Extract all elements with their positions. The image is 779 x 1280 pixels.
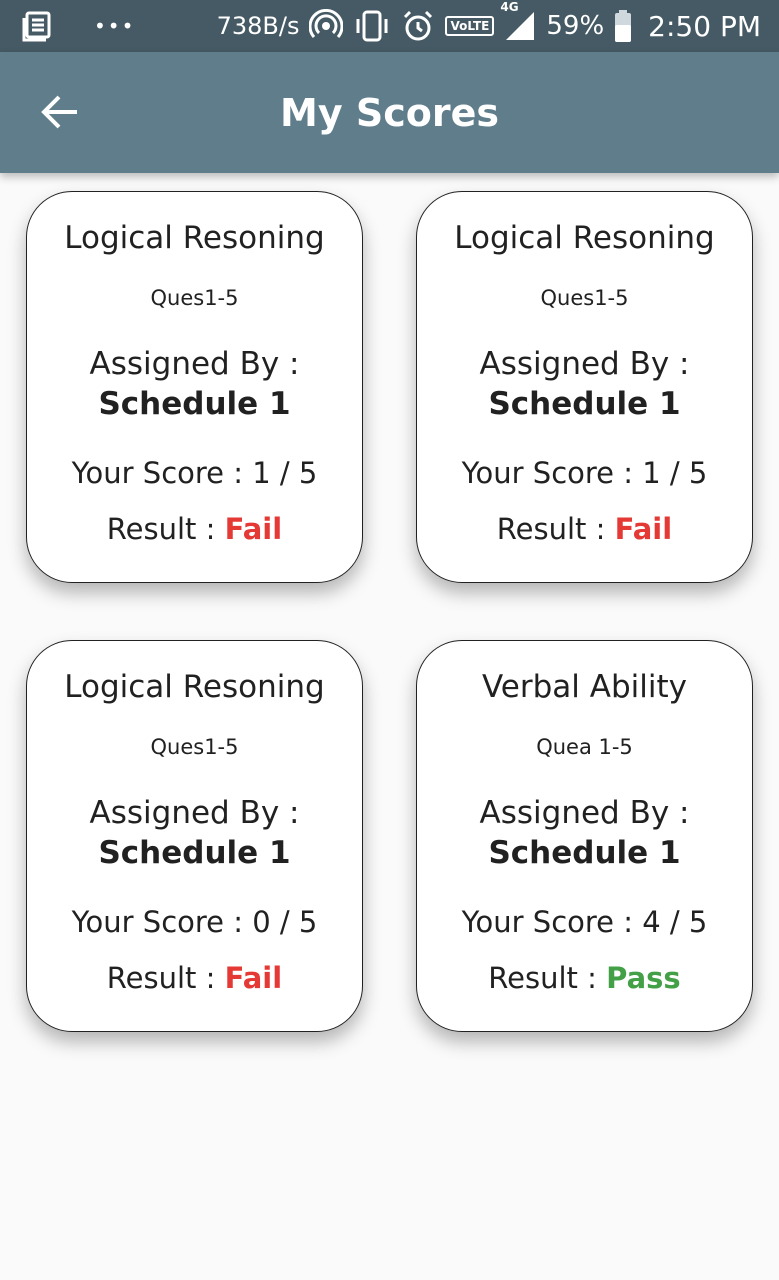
result-label: Result : (106, 512, 216, 546)
clock: 2:50 PM (648, 9, 761, 43)
assigned-by-label: Assigned By : (89, 346, 300, 382)
battery-percent: 59% (546, 11, 605, 41)
score-card[interactable]: Logical Resoning Ques1-5 Assigned By : S… (26, 640, 363, 1032)
card-title: Logical Resoning (64, 669, 325, 705)
assigned-by-label: Assigned By : (479, 795, 690, 831)
result-row: Result : Fail (107, 512, 282, 546)
battery-icon (614, 9, 632, 43)
result-label: Result : (106, 961, 216, 995)
app-bar: My Scores (0, 52, 779, 173)
result-label: Result : (488, 961, 597, 995)
result-value: Fail (224, 961, 283, 995)
signal-icon: 4G (500, 0, 536, 42)
result-value: Fail (614, 512, 673, 546)
net-speed: 738B/s (216, 12, 300, 40)
status-bar: ••• 738B/s VoLTE 4G 59% 2:50 PM (0, 0, 779, 52)
card-questions: Quea 1-5 (536, 735, 633, 759)
result-value: Fail (224, 512, 283, 546)
result-row: Result : Fail (497, 512, 672, 546)
assigned-by-value: Schedule 1 (488, 835, 681, 871)
result-row: Result : Pass (488, 961, 680, 995)
card-title: Logical Resoning (64, 220, 325, 256)
card-title: Logical Resoning (454, 220, 715, 256)
news-icon (22, 10, 54, 42)
assigned-by-label: Assigned By : (89, 795, 300, 831)
assigned-by-value: Schedule 1 (488, 386, 681, 422)
card-questions: Ques1-5 (540, 286, 629, 310)
score-text: Your Score : 1 / 5 (71, 456, 318, 490)
result-value: Pass (606, 961, 681, 995)
volte-icon: VoLTE (445, 16, 495, 36)
result-row: Result : Fail (107, 961, 282, 995)
vibrate-icon (353, 9, 391, 43)
card-questions: Ques1-5 (150, 735, 239, 759)
card-title: Verbal Ability (482, 669, 687, 705)
result-label: Result : (496, 512, 606, 546)
assigned-by-value: Schedule 1 (98, 835, 291, 871)
card-questions: Ques1-5 (150, 286, 239, 310)
alarm-icon (401, 9, 435, 43)
score-text: Your Score : 1 / 5 (461, 456, 708, 490)
score-card[interactable]: Logical Resoning Ques1-5 Assigned By : S… (416, 191, 753, 583)
hotspot-icon (309, 9, 344, 43)
score-text: Your Score : 4 / 5 (461, 905, 708, 939)
more-dots-icon: ••• (94, 14, 136, 38)
assigned-by-label: Assigned By : (479, 346, 690, 382)
score-card[interactable]: Verbal Ability Quea 1-5 Assigned By : Sc… (416, 640, 753, 1032)
score-text: Your Score : 0 / 5 (71, 905, 318, 939)
back-button[interactable] (38, 90, 82, 134)
assigned-by-value: Schedule 1 (98, 386, 291, 422)
page-title: My Scores (280, 90, 499, 135)
score-card-grid: Logical Resoning Ques1-5 Assigned By : S… (26, 191, 753, 1032)
network-type: 4G (500, 0, 519, 14)
arrow-back-icon (41, 95, 77, 129)
score-card[interactable]: Logical Resoning Ques1-5 Assigned By : S… (26, 191, 363, 583)
